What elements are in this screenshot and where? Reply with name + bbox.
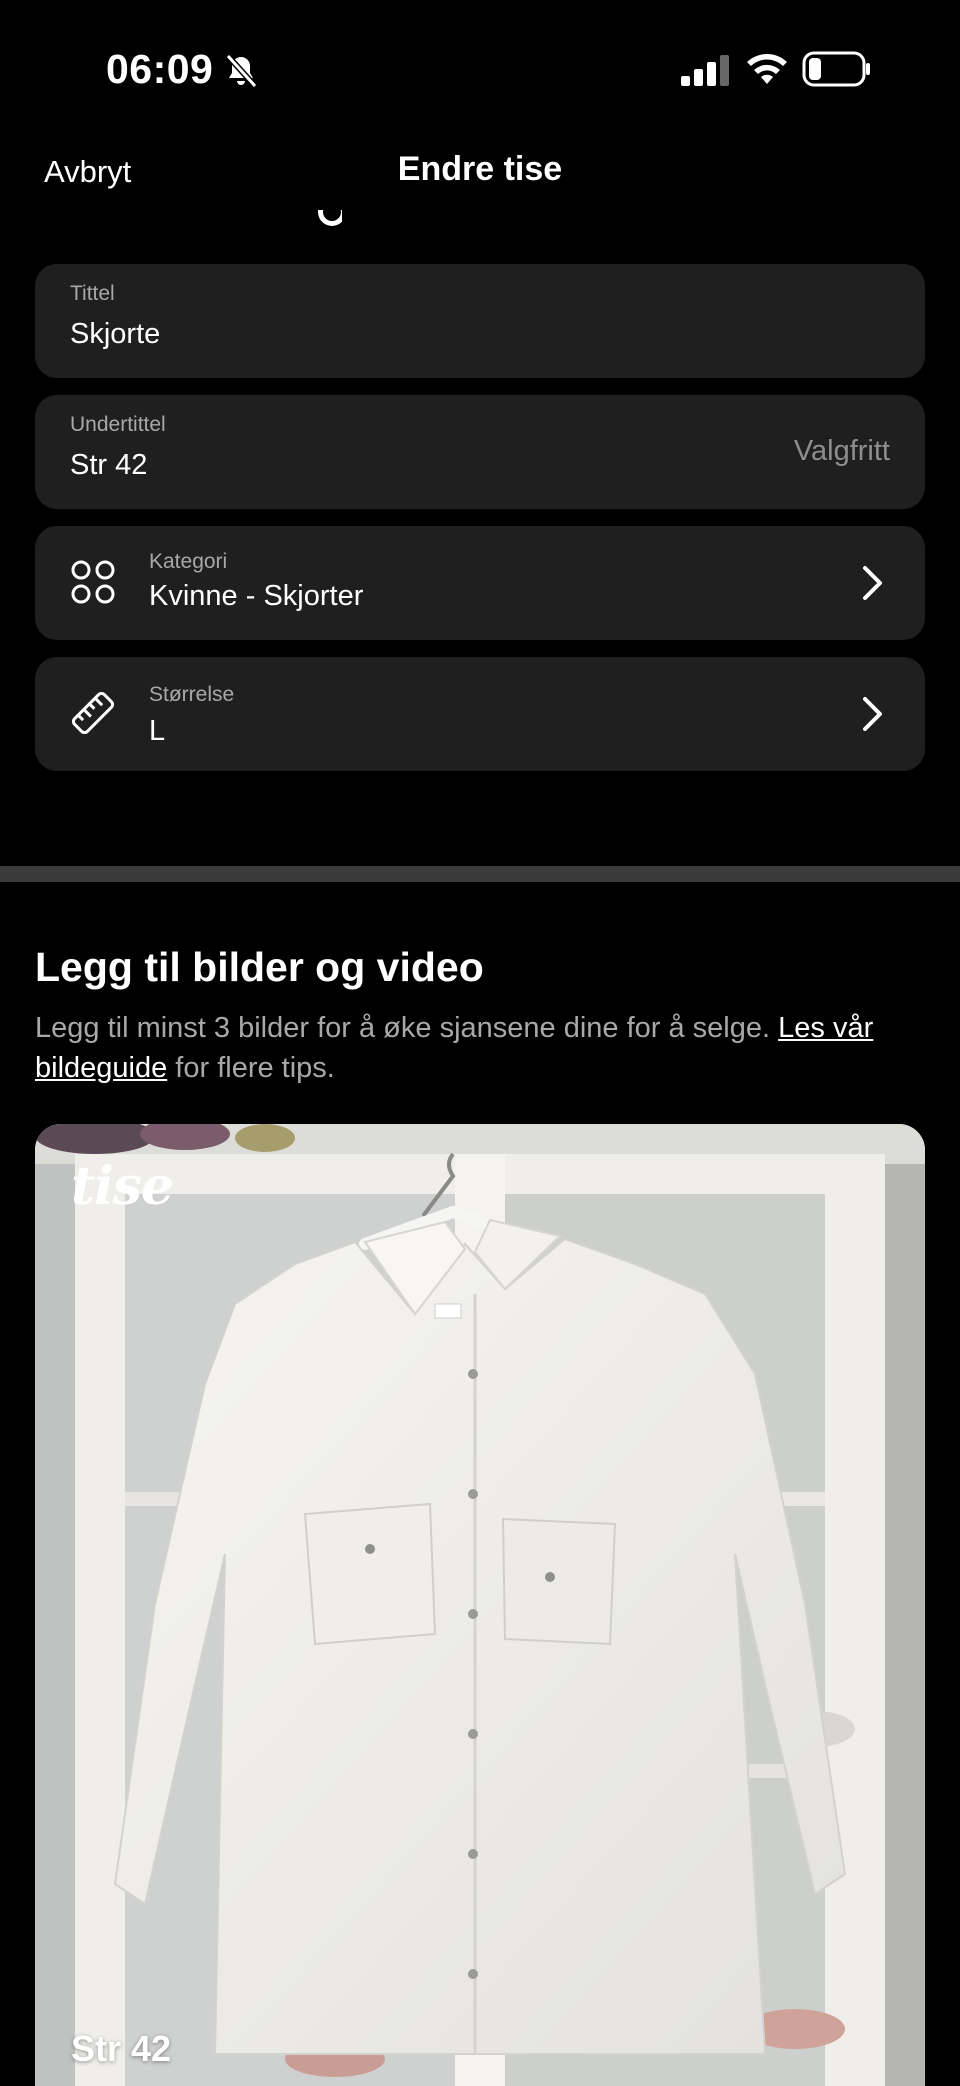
size-field-label: Størrelse xyxy=(149,683,235,706)
subtitle-field[interactable]: Undertittel Str 42 Valgfritt xyxy=(35,395,925,509)
shirt-photo-illustration xyxy=(35,1124,925,2086)
photo-caption: Str 42 xyxy=(71,2028,172,2069)
product-photo[interactable]: tise Str 42 xyxy=(35,1124,925,2086)
subtitle-field-hint: Valgfritt xyxy=(793,435,890,467)
nav-bar: Avbryt Endre tise xyxy=(0,140,960,212)
media-section-title: Legg til bilder og video xyxy=(35,944,484,990)
status-bar: 06:09 xyxy=(0,0,960,140)
title-field-label: Tittel xyxy=(70,282,115,305)
chevron-right-icon xyxy=(863,566,882,600)
media-description-suffix: for flere tips. xyxy=(175,1052,335,1084)
page-title: Endre tise xyxy=(397,150,563,188)
category-field[interactable]: Kategori Kvinne - Skjorter xyxy=(35,526,925,640)
signal-icon xyxy=(681,55,729,86)
media-description-text: Legg til minst 3 bilder for å øke sjanse… xyxy=(35,1012,771,1044)
ruler-icon xyxy=(71,691,115,735)
category-field-value: Kvinne - Skjorter xyxy=(149,580,364,612)
tise-watermark: tise xyxy=(71,1156,174,1217)
subtitle-field-label: Undertittel xyxy=(70,413,166,436)
bell-muted-icon xyxy=(225,53,258,89)
size-field-value: L xyxy=(149,715,166,747)
section-divider xyxy=(0,866,960,882)
category-field-label: Kategori xyxy=(149,550,228,573)
subtitle-field-value: Str 42 xyxy=(70,449,148,481)
battery-icon xyxy=(802,51,870,87)
scrolled-heading-fragment xyxy=(318,210,342,226)
media-section-description: Legg til minst 3 bilder for å øke sjanse… xyxy=(35,1008,925,1088)
size-field[interactable]: Størrelse L xyxy=(35,657,925,771)
status-time: 06:09 xyxy=(106,46,214,92)
wifi-icon xyxy=(747,54,787,84)
title-field[interactable]: Tittel Skjorte xyxy=(35,264,925,378)
grid-icon xyxy=(71,560,115,604)
title-field-value: Skjorte xyxy=(70,318,161,350)
chevron-right-icon xyxy=(863,697,882,731)
